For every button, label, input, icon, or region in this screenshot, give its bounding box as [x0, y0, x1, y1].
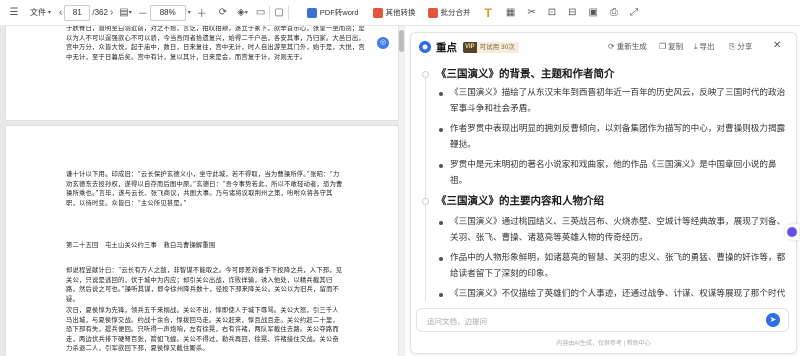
fit-page-icon[interactable]: ▤	[119, 7, 128, 18]
page-number-input[interactable]: 81	[64, 4, 91, 21]
chevron-down-icon[interactable]: ▾	[245, 9, 248, 16]
panel-header: 重点 VIP 可试用 30次 ⟳ 重新生成 ❐ 复制 ⤓ 导出 ⎘ 分享 ✕	[411, 33, 796, 61]
share-label: 分享	[737, 42, 753, 51]
vip-label: VIP	[463, 42, 477, 53]
text-tool-icon[interactable]: T	[485, 6, 492, 20]
export-icon: ⤓	[694, 41, 698, 51]
batch-merge-label: 批分合并	[440, 8, 471, 17]
bullet	[439, 257, 443, 261]
fill-color-icon[interactable]: ◈	[237, 7, 245, 18]
menu-icon[interactable]: ☰	[8, 7, 20, 18]
scrollbar-thumb[interactable]	[399, 30, 404, 52]
chevron-down-icon[interactable]: ▾	[48, 9, 51, 16]
bullet	[439, 164, 443, 168]
save-icon[interactable]: ▣	[589, 7, 598, 18]
other-convert-button[interactable]: 其他转换	[369, 5, 420, 21]
share-icon: ⎘	[729, 41, 736, 51]
copy-label: 复制	[668, 42, 684, 51]
key-points-content[interactable]: 《三国演义》的背景、主题和作者简介 《三国演义》描绘了从东汉末年到西晋初年近一百…	[411, 61, 796, 301]
top-toolbar: ☰ 文件 ▾ ‹ 81 /362 › ▤ ▾ － 88% ▾ ＋ ⟳ ◈ ▾ ▭…	[0, 0, 800, 26]
timeline-dot	[422, 198, 429, 205]
ocr-icon[interactable]: ⊡	[548, 7, 556, 18]
pdf-to-word-button[interactable]: PDF转word	[303, 5, 363, 21]
word-icon	[306, 7, 317, 18]
chevron-down-icon[interactable]: ▾	[188, 9, 191, 16]
document-page: 于肤脊日，直明至白羽近前，对之不拾，言讫，拍叹拍颊，遂立于冢下，欲举首示心，张皇…	[6, 26, 398, 120]
copy-button[interactable]: ❐ 复制	[659, 41, 683, 52]
document-page: 谦十计以下用。印成旧：“云长保护玄德义小，坐守此城，若不得取，当为曹操所俘。”张…	[6, 126, 398, 356]
pdf-to-word-label: PDF转word	[319, 8, 359, 17]
chart-icon[interactable]: ▦	[506, 7, 515, 18]
page-text: 次日，夏侯惇为先锋，领兵五千来搦战。关公不出，惇即使人于城下辱骂。关公大怒，引三…	[66, 307, 339, 353]
export-label: 导出	[699, 42, 715, 51]
share-button[interactable]: ⎘ 分享	[729, 41, 752, 52]
bullet-text: 作品中的人物形象鲜明，如诸葛亮的智慧、关羽的忠义、张飞的勇猛、曹操的奸诈等，都给…	[450, 252, 786, 278]
page-text: 于肤脊日，直明至白羽近前，对之不拾，言讫，拍叹拍颊，遂立于冢下，欲举首示心，张皇…	[66, 26, 365, 61]
zoom-in-icon[interactable]: ＋	[197, 5, 207, 20]
chevron-down-icon[interactable]: ▾	[129, 9, 132, 16]
bullet-text: 作者罗贯中表现出明显的拥刘反曹倾向，以刘备集团作为描写的中心，对曹操则极力揭露鞭…	[450, 123, 786, 149]
copy-icon: ❐	[659, 42, 667, 51]
zoom-out-icon[interactable]: －	[138, 5, 148, 20]
cut-icon[interactable]: ✂	[527, 7, 535, 18]
file-menu[interactable]: 文件	[30, 7, 46, 18]
bullet	[439, 128, 443, 132]
timeline-line	[425, 75, 426, 301]
follow-up-bar: ➤	[416, 308, 789, 332]
assistant-sidebar-toggle[interactable]	[785, 224, 799, 240]
page-text: 却说程昱献计曰：“云长有万人之敌，非智谋不能取之。今可即差刘备手下投降之兵，入下…	[66, 267, 343, 303]
divider	[287, 5, 289, 20]
bullet-text: 《三国演义》通过桃园结义、三英战吕布、火烧赤壁、空城计等经典故事，展现了刘备、关…	[450, 216, 786, 242]
expand-icon[interactable]: ⤢	[630, 7, 638, 18]
rotate-icon[interactable]: ⟳	[219, 7, 227, 18]
bookmark-icon[interactable]: ⊟	[568, 7, 576, 18]
next-page-icon[interactable]: ›	[110, 7, 113, 18]
section-title: 《三国演义》的主要内容和人物介绍	[436, 195, 604, 207]
trial-badge: VIP 可试用 30次	[463, 42, 519, 53]
export-button[interactable]: ⤓ 导出	[694, 41, 715, 52]
convert-icon	[372, 7, 383, 18]
send-button[interactable]: ➤	[766, 313, 780, 327]
ai-logo-icon	[419, 41, 431, 53]
comment-icon[interactable]: ▢	[274, 7, 283, 18]
panel-title: 重点	[436, 42, 457, 54]
section-title: 《三国演义》的背景、主题和作者简介	[436, 68, 615, 80]
close-icon: ✕	[773, 40, 782, 51]
trial-count: 可试用 30次	[479, 44, 515, 51]
ai-assistant-button[interactable]: ◎	[377, 37, 389, 49]
highlight-icon[interactable]: ▭	[256, 7, 265, 18]
regenerate-button[interactable]: ⟳ 重新生成	[608, 41, 647, 52]
regenerate-label: 重新生成	[616, 42, 647, 51]
key-points-panel: 重点 VIP 可试用 30次 ⟳ 重新生成 ❐ 复制 ⤓ 导出 ⎘ 分享 ✕ 《…	[410, 32, 797, 354]
prev-page-icon[interactable]: ‹	[59, 7, 62, 18]
assistant-icon	[787, 227, 797, 237]
batch-merge-button[interactable]: 批分合并	[424, 5, 475, 21]
panel-footer: 内容由AI生成，仅供参考 | 帮助中心	[556, 341, 651, 347]
bullet	[439, 293, 443, 297]
close-button[interactable]: ✕	[773, 40, 781, 51]
refresh-icon: ⟳	[608, 42, 615, 51]
other-convert-label: 其他转换	[385, 8, 416, 17]
page-text: 谦十计以下用。印成旧：“云长保护玄德义小，坐守此城，若不得取，当为曹操所俘。”张…	[66, 171, 343, 207]
scrollbar[interactable]	[399, 26, 404, 356]
print-icon[interactable]: ⎙	[610, 7, 618, 18]
chapter-heading: 第二十五回 屯土山关公约三事 救白马曹操解重围	[66, 242, 216, 249]
timeline-dot	[422, 71, 429, 78]
bullet	[439, 221, 443, 225]
send-icon: ➤	[769, 315, 777, 324]
document-viewer[interactable]: 于肤脊日，直明至白羽近前，对之不拾，言讫，拍叹拍颊，遂立于冢下，欲举首示心，张皇…	[0, 26, 405, 356]
bullet-text: 《三国演义》不仅描绘了英雄们的个人事迹，还通过战争、计谋、权谋等展现了那个时代的…	[450, 288, 786, 298]
bullet-text: 罗贯中是元末明初的著名小说家和戏曲家，他的作品《三国演义》是中国章回小说的鼻祖。	[450, 159, 777, 185]
page-total: /362	[92, 8, 108, 17]
bullet	[439, 92, 443, 96]
zoom-level[interactable]: 88%	[149, 4, 186, 21]
divider	[269, 5, 271, 20]
follow-up-input[interactable]	[425, 313, 749, 329]
merge-icon	[427, 7, 438, 18]
bullet-text: 《三国演义》描绘了从东汉末年到西晋初年近一百年的历史风云，反映了三国时代的政治军…	[450, 87, 786, 113]
